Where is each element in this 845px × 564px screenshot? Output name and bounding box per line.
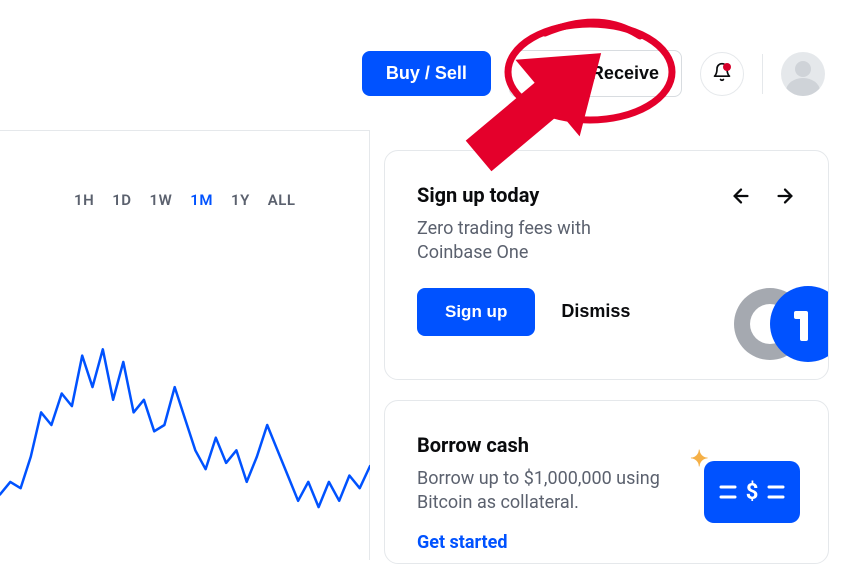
buy-sell-button[interactable]: Buy / Sell — [362, 51, 491, 96]
notifications-button[interactable] — [700, 52, 744, 96]
dismiss-button[interactable]: Dismiss — [561, 301, 630, 322]
topbar: Buy / Sell Send / Receive — [362, 50, 825, 97]
promo-card-nav — [730, 185, 796, 213]
chart-panel: 1H 1D 1W 1M 1Y ALL — [0, 130, 370, 560]
notification-dot-icon — [723, 63, 731, 71]
svg-text:$: $ — [746, 480, 759, 505]
promo-card: Sign up today Zero trading fees with Coi… — [384, 150, 829, 380]
sign-up-button[interactable]: Sign up — [417, 288, 535, 336]
borrow-card: Borrow cash Borrow up to $1,000,000 usin… — [384, 400, 829, 564]
prev-arrow-icon[interactable] — [730, 185, 752, 213]
timeframe-1m[interactable]: 1M — [190, 191, 213, 209]
send-receive-button[interactable]: Send / Receive — [509, 50, 682, 97]
avatar[interactable] — [781, 52, 825, 96]
timeframe-1w[interactable]: 1W — [150, 191, 173, 209]
price-chart — [0, 300, 370, 560]
timeframe-selector: 1H 1D 1W 1M 1Y ALL — [0, 131, 369, 209]
next-arrow-icon[interactable] — [774, 185, 796, 213]
cards-column: Sign up today Zero trading fees with Coi… — [384, 150, 829, 564]
coinbase-one-logo-icon — [726, 281, 829, 371]
promo-card-subtitle: Zero trading fees with Coinbase One — [417, 217, 667, 266]
borrow-card-subtitle: Borrow up to $1,000,000 using Bitcoin as… — [417, 467, 707, 516]
timeframe-1y[interactable]: 1Y — [231, 191, 250, 209]
timeframe-1d[interactable]: 1D — [112, 191, 131, 209]
get-started-link[interactable]: Get started — [417, 532, 796, 553]
timeframe-all[interactable]: ALL — [268, 191, 296, 209]
borrow-card-title: Borrow cash — [417, 433, 796, 457]
timeframe-1h[interactable]: 1H — [74, 191, 94, 209]
vertical-divider — [762, 54, 763, 94]
